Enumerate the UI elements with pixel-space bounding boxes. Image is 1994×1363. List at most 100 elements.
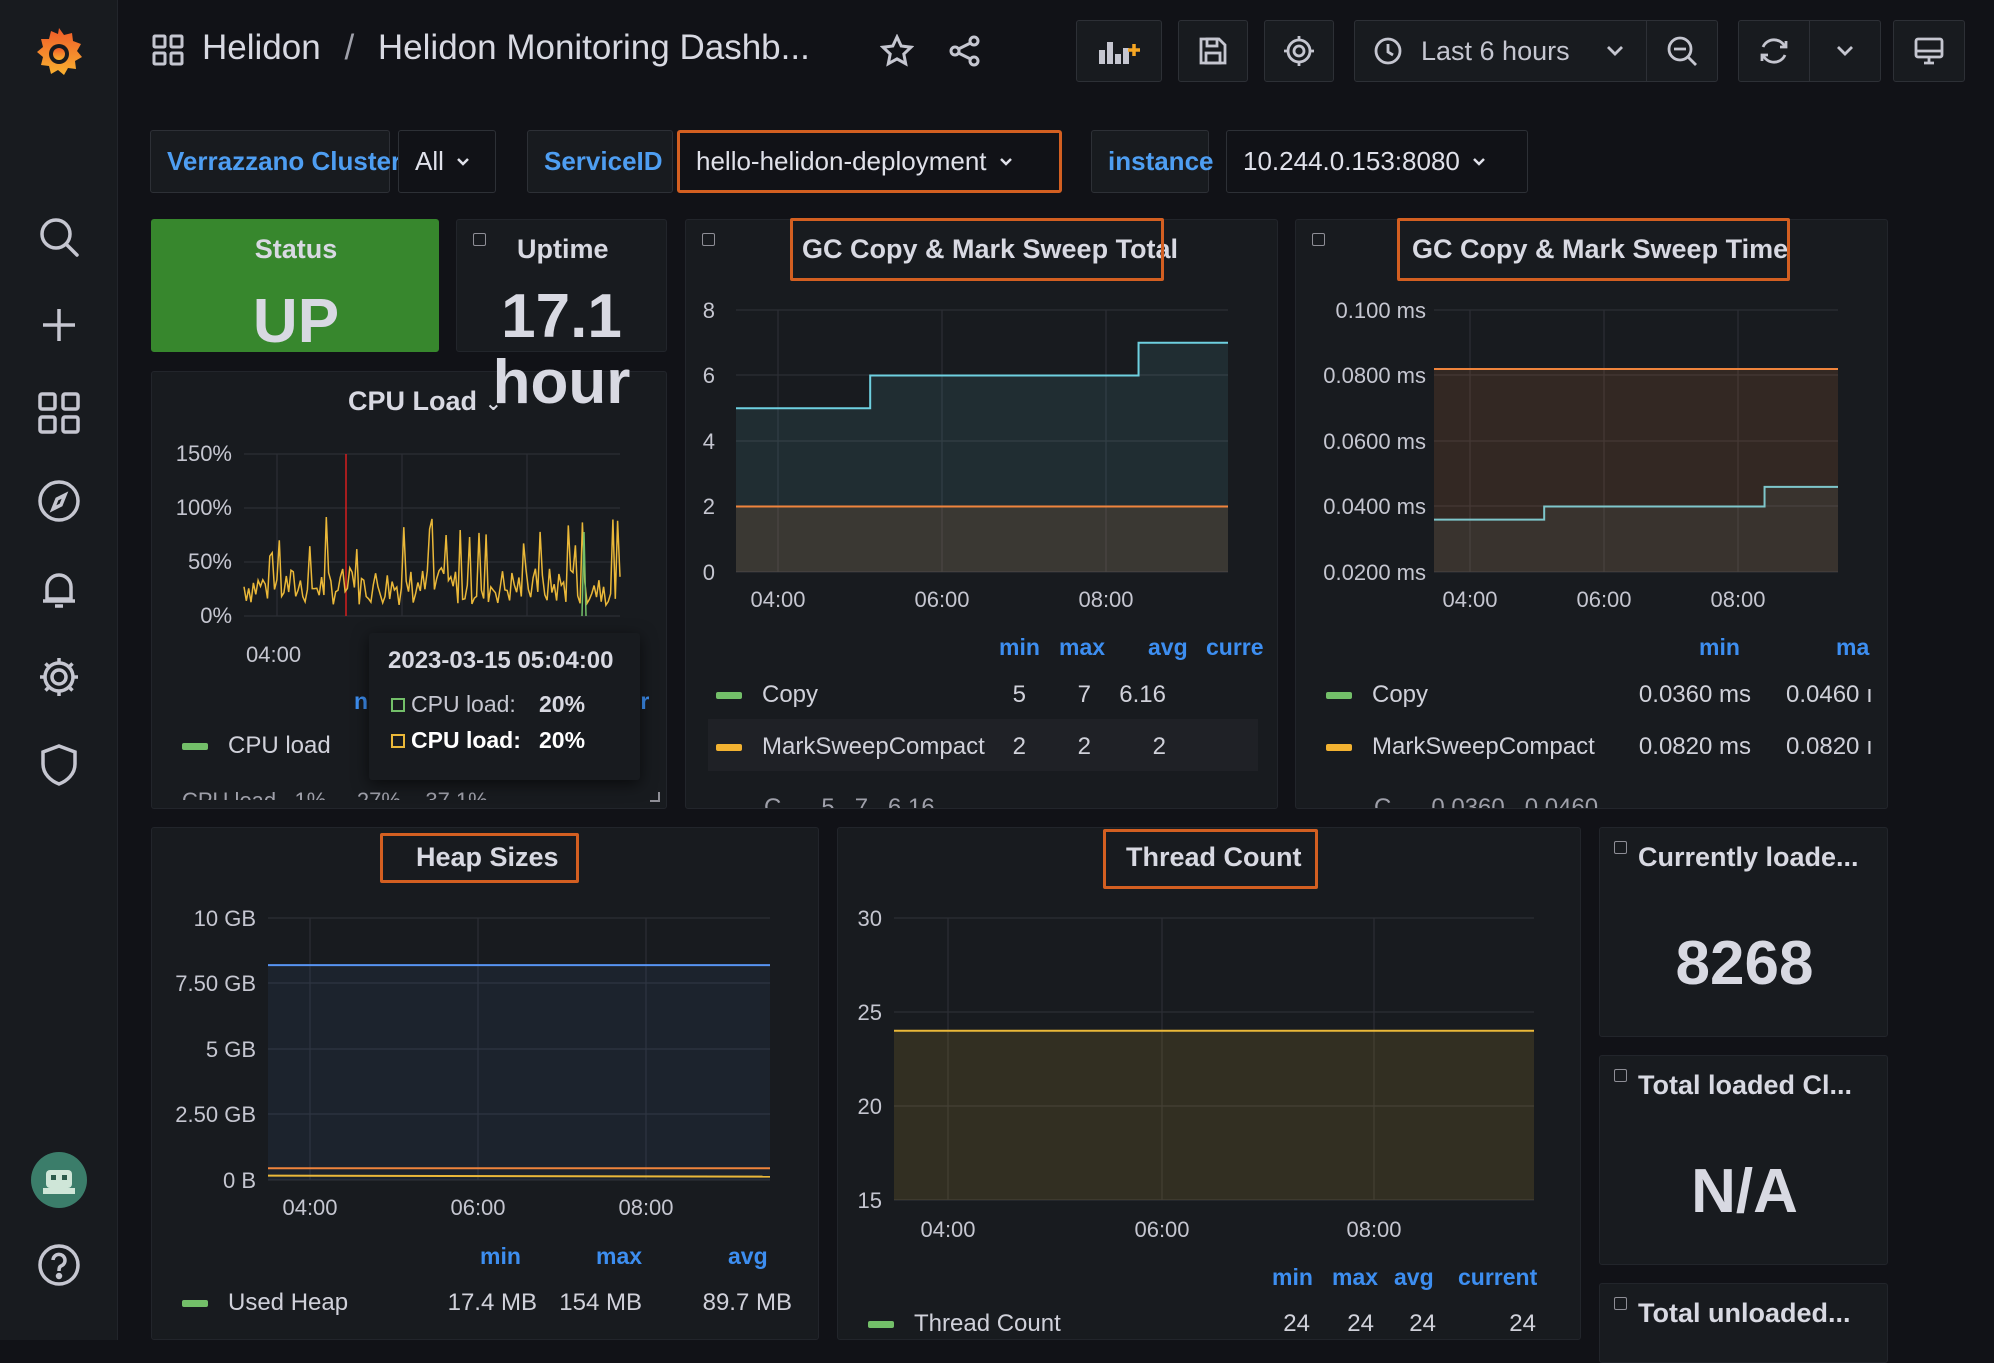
heap-ytick: 2.50 GB bbox=[175, 1102, 256, 1127]
heap-committed-area bbox=[268, 965, 770, 1180]
heap-sizes-panel[interactable]: Heap Sizes 10 GB 7.50 GB 5 GB 2.50 GB 0 … bbox=[151, 827, 819, 1340]
classes-loaded-title: Currently loade... bbox=[1638, 842, 1859, 872]
add-panel-icon bbox=[1097, 36, 1141, 66]
configuration-gear-icon[interactable] bbox=[29, 647, 89, 707]
dashboards-apps-icon[interactable] bbox=[152, 34, 184, 66]
legend-min: 0.0360 ms bbox=[1638, 681, 1751, 708]
cpu-tooltip: 2023-03-15 05:04:00 CPU load: 20% CPU loa… bbox=[369, 633, 640, 780]
var-label-cluster: Verrazzano Cluster bbox=[150, 130, 401, 193]
legend-header-avg: avg bbox=[728, 1243, 768, 1269]
chevron-down-icon bbox=[1606, 45, 1624, 57]
tooltip-row-label: CPU load: bbox=[411, 727, 521, 753]
search-icon[interactable] bbox=[29, 207, 89, 267]
legend-row-cut-text: C... 5 7 6.16 bbox=[764, 794, 935, 808]
panel-checkbox-icon[interactable] bbox=[1614, 1069, 1627, 1082]
gc-total-panel[interactable]: GC Copy & Mark Sweep Total 8 6 4 2 0 04:… bbox=[685, 219, 1278, 809]
resize-handle[interactable] bbox=[650, 792, 660, 802]
gc-total-ytick: 0 bbox=[703, 560, 715, 585]
var-select-serviceid[interactable]: hello-helidon-deployment bbox=[677, 130, 1062, 193]
tv-mode-button[interactable] bbox=[1893, 20, 1965, 82]
var-value-cluster: All bbox=[415, 146, 444, 176]
cpu-ytick: 100% bbox=[176, 495, 232, 520]
status-panel[interactable]: Status UP bbox=[151, 219, 439, 352]
legend-header-avg: avg bbox=[1148, 634, 1188, 660]
user-avatar[interactable] bbox=[29, 1150, 89, 1210]
cpu-xtick: 04:00 bbox=[246, 642, 302, 667]
gc-total-ytick: 4 bbox=[703, 429, 715, 454]
star-icon[interactable] bbox=[880, 34, 914, 68]
var-label-instance: instance bbox=[1091, 130, 1214, 193]
help-icon[interactable] bbox=[29, 1235, 89, 1295]
server-admin-shield-icon[interactable] bbox=[29, 735, 89, 795]
gc-time-ytick: 0.100 ms bbox=[1336, 298, 1427, 323]
gc-total-xtick: 08:00 bbox=[1078, 587, 1133, 612]
explore-compass-icon[interactable] bbox=[29, 471, 89, 531]
gc-total-ytick: 6 bbox=[703, 363, 715, 388]
gc-time-ytick: 0.0600 ms bbox=[1323, 429, 1426, 454]
save-dashboard-button[interactable] bbox=[1178, 20, 1248, 82]
classes-loaded-value: 8268 bbox=[1675, 929, 1814, 998]
classes-loaded-panel[interactable]: Currently loade... 8268 bbox=[1599, 827, 1888, 1037]
add-panel-button[interactable] bbox=[1076, 20, 1162, 82]
heap-used-line bbox=[267, 1174, 771, 1178]
gc-time-xtick: 04:00 bbox=[1442, 587, 1497, 612]
legend-header-min: min bbox=[480, 1243, 521, 1269]
cpu-legend-row-cut-text: CPU load 1% 27% 37.1% bbox=[182, 790, 488, 801]
thread-xtick: 04:00 bbox=[920, 1217, 975, 1238]
gc-time-panel[interactable]: GC Copy & Mark Sweep Time 0.100 ms 0.080… bbox=[1295, 219, 1888, 809]
legend-header-max: ma bbox=[1836, 634, 1870, 660]
panel-checkbox-icon[interactable] bbox=[473, 233, 486, 246]
alerting-bell-icon[interactable] bbox=[29, 559, 89, 619]
cpu-ytick: 150% bbox=[176, 441, 232, 466]
var-select-instance[interactable]: 10.244.0.153:8080 bbox=[1226, 130, 1528, 193]
cpu-load-series-line bbox=[243, 516, 621, 608]
panel-checkbox-icon[interactable] bbox=[1614, 841, 1627, 854]
time-range-picker[interactable]: Last 6 hours bbox=[1354, 20, 1647, 82]
chevron-down-icon bbox=[999, 157, 1013, 167]
gc-total-xtick: 04:00 bbox=[750, 587, 805, 612]
legend-header-min: min bbox=[1272, 1264, 1313, 1290]
classes-total-panel[interactable]: Total loaded Cl... N/A bbox=[1599, 1055, 1888, 1265]
legend-row-cut: C... 5 7 6.16 bbox=[764, 794, 935, 808]
dashboard-settings-button[interactable] bbox=[1264, 20, 1334, 82]
heap-xtick: 06:00 bbox=[450, 1195, 505, 1218]
cpu-legend-item[interactable]: CPU load bbox=[182, 732, 331, 760]
legend-swatch bbox=[1326, 692, 1352, 700]
create-plus-icon[interactable] bbox=[29, 295, 89, 355]
panel-checkbox-icon[interactable] bbox=[1614, 1297, 1627, 1310]
breadcrumb-folder[interactable]: Helidon bbox=[202, 28, 321, 67]
thread-count-area bbox=[894, 1030, 1534, 1200]
legend-max: 154 MB bbox=[559, 1289, 642, 1316]
legend-swatch bbox=[716, 744, 742, 752]
zoom-out-button[interactable] bbox=[1646, 20, 1718, 82]
refresh-button[interactable] bbox=[1738, 20, 1810, 82]
legend-avg: 89.7 MB bbox=[702, 1289, 792, 1316]
gc-time-ytick: 0.0800 ms bbox=[1323, 363, 1426, 388]
legend-max: 24 bbox=[1347, 1310, 1374, 1337]
clock-icon bbox=[1373, 36, 1403, 66]
thread-count-panel[interactable]: Thread Count 30 25 20 15 04:00 06:00 08:… bbox=[837, 827, 1581, 1340]
grafana-logo-icon[interactable] bbox=[29, 22, 89, 82]
legend-header-current: current bbox=[1458, 1264, 1538, 1290]
legend-header-min: min bbox=[1699, 634, 1740, 660]
var-select-cluster[interactable]: All bbox=[398, 130, 496, 193]
dashboards-grid-icon[interactable] bbox=[29, 383, 89, 443]
legend-min: 5 bbox=[1012, 681, 1026, 708]
legend-min: 2 bbox=[1012, 733, 1026, 760]
classes-unloaded-title: Total unloaded... bbox=[1638, 1298, 1851, 1328]
legend-row-cut-text: C... 0.0360 0.0460 bbox=[1374, 794, 1599, 808]
dashboard-title[interactable]: Helidon Monitoring Dashb... bbox=[378, 28, 810, 67]
share-icon[interactable] bbox=[948, 34, 982, 68]
gc-time-ytick: 0.0400 ms bbox=[1323, 494, 1426, 519]
classes-unloaded-panel[interactable]: Total unloaded... bbox=[1599, 1283, 1888, 1363]
refresh-interval-dropdown[interactable] bbox=[1809, 20, 1881, 82]
cpu-legend-row-cut: CPU load 1% 27% 37.1% bbox=[182, 784, 488, 801]
heap-ytick: 5 GB bbox=[206, 1037, 256, 1062]
heap-ytick: 0 B bbox=[223, 1168, 256, 1193]
legend-swatch bbox=[868, 1321, 894, 1329]
gc-total-ytick: 8 bbox=[703, 298, 715, 323]
highlight-box bbox=[1397, 218, 1790, 281]
time-range-label: Last 6 hours bbox=[1421, 35, 1570, 66]
thread-ytick: 15 bbox=[858, 1188, 882, 1213]
legend-current: 24 bbox=[1509, 1310, 1536, 1337]
